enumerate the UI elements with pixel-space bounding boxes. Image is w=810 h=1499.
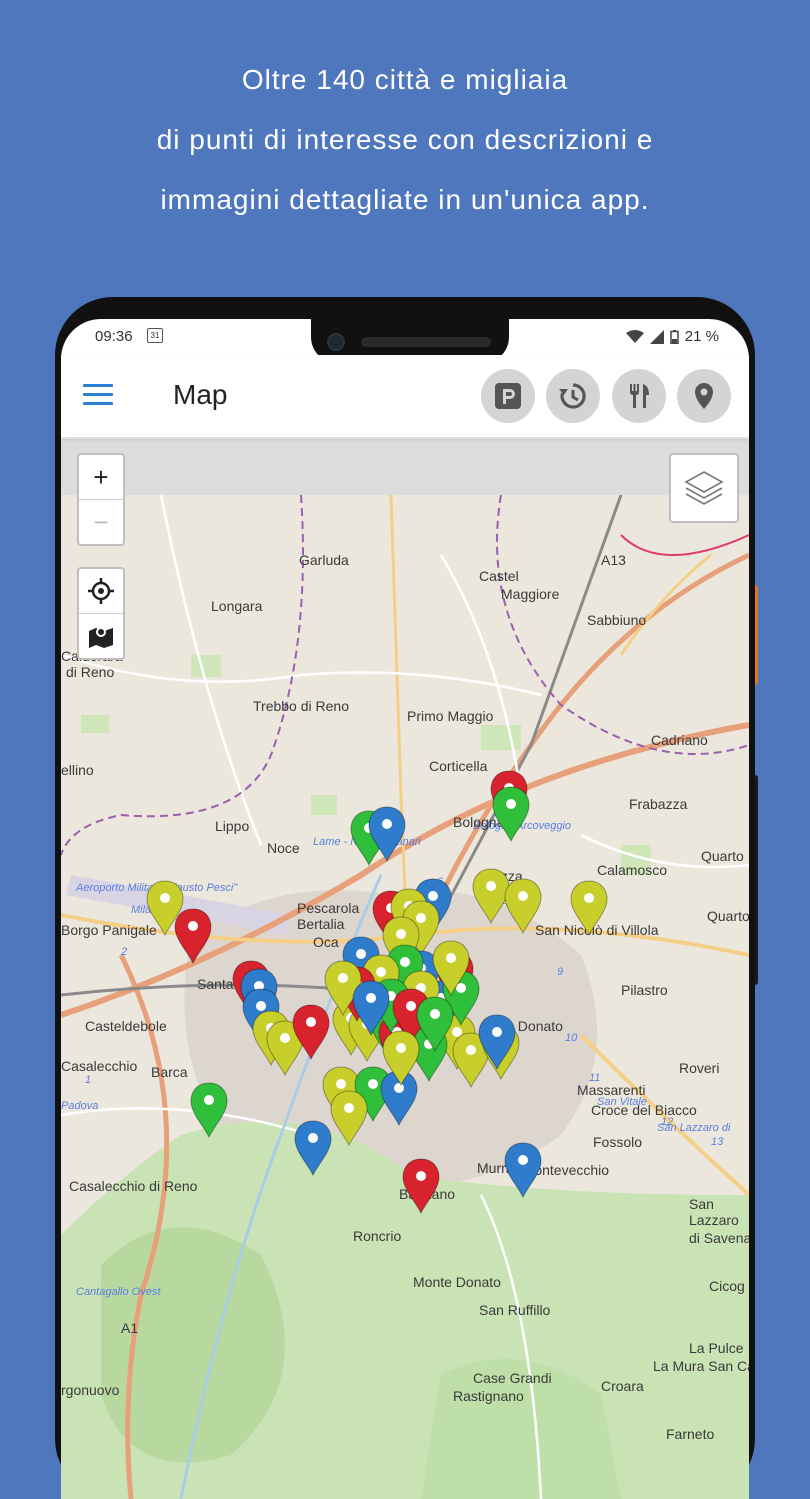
map-label: Farneto <box>666 1426 714 1442</box>
map-label: Primo Maggio <box>407 708 494 724</box>
layers-icon <box>684 471 724 505</box>
map-label: La Pulce <box>689 1340 744 1356</box>
phone-frame: 09:36 31 21 % Map Garluda Castel Maggior… <box>55 297 755 1499</box>
map-label: Bertalia <box>297 916 345 932</box>
map-label: Murri <box>477 1160 509 1176</box>
map-label: Frabazza <box>629 796 688 812</box>
map-label: Sabbiuno <box>587 612 646 628</box>
map-label: San Ruffillo <box>479 1302 551 1318</box>
parking-button[interactable] <box>481 369 535 423</box>
signal-icon <box>649 329 664 344</box>
status-time: 09:36 <box>95 328 133 345</box>
promo-line-3: immagini dettagliate in un'unica app. <box>160 184 650 215</box>
wifi-icon <box>625 329 644 343</box>
map-tiles[interactable]: GarludaCastelMaggioreLongaraSabbiunoCald… <box>61 495 749 1499</box>
map-label: Trebbo di Reno <box>253 698 349 714</box>
map-label: San Vitale <box>597 1096 647 1108</box>
promo-line-2: di punti di interesse con descrizioni e <box>156 124 654 155</box>
map-label: Casteldebole <box>85 1018 167 1034</box>
locate-button[interactable] <box>79 569 123 613</box>
map-label: Cicog <box>709 1278 745 1294</box>
speaker-grille <box>361 337 491 347</box>
map-label: 9 <box>557 966 563 978</box>
restaurant-icon <box>630 384 649 408</box>
page-title: Map <box>173 379 228 410</box>
zoom-out-button[interactable]: − <box>79 500 123 544</box>
map-label: 1 <box>85 1074 91 1086</box>
restaurant-button[interactable] <box>612 369 666 423</box>
map-label: Longara <box>211 598 263 614</box>
layers-button[interactable] <box>669 453 739 523</box>
calendar-icon: 31 <box>147 328 163 343</box>
history-button[interactable] <box>546 369 600 423</box>
map-label: Cantagallo Ovest <box>76 1286 161 1298</box>
map-label: 11 <box>589 1072 600 1084</box>
menu-icon[interactable] <box>83 384 113 406</box>
map-label: Lippo <box>215 818 249 834</box>
map-label: Fossolo <box>593 1134 642 1150</box>
map-label: Lazzaro <box>689 1212 739 1228</box>
map-label: Padova <box>61 1100 98 1112</box>
map-label: Barca <box>151 1064 188 1080</box>
map-label: di Reno <box>66 664 114 680</box>
map-label: Quarto In <box>701 848 749 864</box>
map-label: Corticella <box>429 758 488 774</box>
map-label: Castel <box>479 568 519 584</box>
location-button[interactable] <box>677 369 731 423</box>
map-label: di Savena <box>689 1230 749 1246</box>
crosshair-icon <box>88 578 114 604</box>
map-view[interactable]: GarludaCastelMaggioreLongaraSabbiunoCald… <box>61 439 749 1499</box>
map-label: A13 <box>601 552 626 568</box>
phone-screen: 09:36 31 21 % Map Garluda Castel Maggior… <box>61 319 749 1499</box>
app-bar: Map <box>61 355 749 437</box>
map-label: Calamosco <box>597 862 667 878</box>
map-label: Noce <box>267 840 300 856</box>
map-label: San <box>689 1196 714 1212</box>
map-label: Borgo Panigale <box>61 922 157 938</box>
location-pin-icon <box>695 383 713 409</box>
map-label: Pilastro <box>621 982 668 998</box>
map-label: Roveri <box>679 1060 719 1076</box>
map-label: Casalecchio di Reno <box>69 1178 198 1194</box>
battery-icon <box>670 329 679 344</box>
camera-icon <box>327 333 345 351</box>
map-label: A1 <box>121 1320 138 1336</box>
map-label: Cadriano <box>651 732 708 748</box>
map-label: Case Grandi <box>473 1370 552 1386</box>
zoom-in-button[interactable]: + <box>79 455 123 499</box>
map-top-strip <box>61 439 749 495</box>
map-label: Maggiore <box>501 586 560 602</box>
map-label: rgonuovo <box>61 1382 120 1398</box>
battery-percent: 21 % <box>684 328 719 345</box>
history-icon <box>559 383 586 409</box>
map-label: Casalecchio <box>61 1058 137 1074</box>
map-label: Garluda <box>299 552 349 568</box>
map-label: San Nicolò di Villola <box>535 922 659 938</box>
map-label: 12 <box>661 1116 673 1128</box>
map-label: La Mura San Carlo <box>653 1358 749 1374</box>
map-mode-button[interactable] <box>79 614 123 658</box>
map-marker-icon <box>89 627 113 648</box>
zoom-control: + − <box>77 453 125 546</box>
status-right: 21 % <box>625 328 719 345</box>
map-label: Croara <box>601 1378 644 1394</box>
map-label: 13 <box>711 1136 724 1148</box>
map-label: Roncrio <box>353 1228 401 1244</box>
map-label: Oca <box>313 934 339 950</box>
map-label: Quarto Sup <box>707 908 749 924</box>
map-label: 10 <box>565 1032 578 1044</box>
map-label: Monte Donato <box>413 1274 501 1290</box>
map-label: 2 <box>120 946 127 958</box>
map-label: ellino <box>61 762 94 778</box>
promo-line-1: Oltre 140 città e migliaia <box>241 64 569 95</box>
parking-icon <box>495 383 521 409</box>
map-tools-control <box>77 567 125 660</box>
map-label: Pescarola <box>297 900 359 916</box>
map-label: Rastignano <box>453 1388 524 1404</box>
